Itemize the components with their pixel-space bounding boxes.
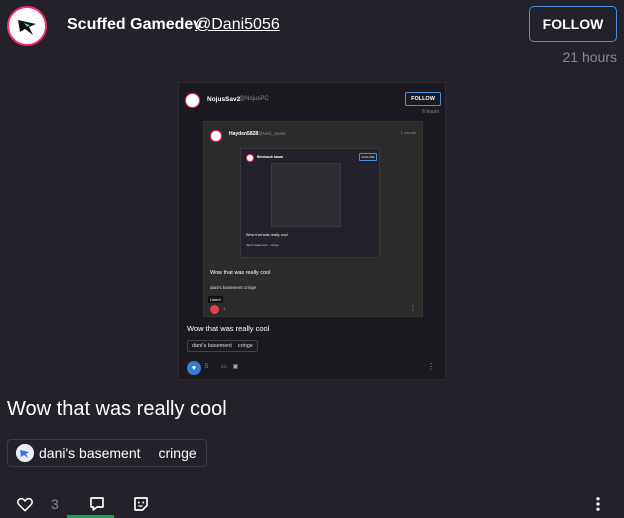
comment-icon: [90, 497, 104, 511]
nested-author-handle: @Nick_Javier: [258, 131, 286, 136]
nested-heart-icon: [210, 305, 219, 314]
like-button[interactable]: [15, 494, 35, 514]
more-options-button[interactable]: [588, 494, 608, 514]
embed-heart-icon: ♥: [187, 361, 201, 375]
post-header: Scuffed Gamedev @Dani5056 FOLLOW 21 hour…: [0, 0, 624, 70]
embed-tags: dani's basement cringe: [187, 340, 258, 352]
sticker-button[interactable]: [131, 494, 151, 514]
sticker-icon: [134, 497, 148, 511]
author-name[interactable]: Scuffed Gamedev: [67, 16, 202, 34]
heart-icon: [17, 497, 33, 512]
deep-screenshot-image: [271, 163, 341, 227]
nested-timestamp: 1 minute: [400, 130, 416, 135]
embed-more-icon: ⋮: [427, 362, 435, 371]
embed-tag: cringe: [237, 343, 253, 349]
follow-button[interactable]: FOLLOW: [529, 6, 617, 42]
tag-list: dani's basement cringe: [7, 439, 207, 467]
embed-follow-button: FOLLOW: [405, 92, 441, 106]
post-text: Wow that was really cool: [7, 398, 227, 420]
deep-author-name: Bleebaub baum: [257, 155, 284, 159]
author-handle[interactable]: @Dani5056: [195, 16, 280, 34]
more-vertical-icon: [596, 497, 600, 511]
bird-logo-icon: [9, 8, 45, 44]
like-count: 3: [51, 496, 59, 512]
embed-action-icons: ▭▣: [221, 364, 245, 370]
post-timestamp: 21 hours: [562, 49, 617, 65]
embed-author-handle: @NojusPC: [239, 96, 269, 102]
embed-post-text: Wow that was really cool: [187, 324, 270, 333]
deep-post-text: Wow that was really cool: [246, 233, 288, 237]
embed-timestamp: 6 hours: [422, 109, 439, 115]
liked-tooltip: Liked!: [208, 296, 223, 303]
embed-author-name: NojusSav2: [207, 96, 241, 103]
nested-tags: dani's basement cringe: [210, 285, 257, 290]
tag-cringe[interactable]: cringe: [147, 440, 206, 466]
deep-follow-button: FOLLOW: [359, 153, 377, 161]
tag-dani-basement[interactable]: dani's basement: [8, 440, 147, 466]
embedded-screenshot[interactable]: NojusSav2 @NojusPC FOLLOW 6 hours Hayden…: [178, 82, 446, 380]
nested-author-name: Hayden5828: [229, 131, 259, 137]
deep-author-avatar: [246, 154, 254, 162]
nested-screenshot-deep: Bleebaub baum FOLLOW Wow that was really…: [240, 148, 380, 258]
nested-like-count: 1: [223, 306, 226, 311]
embed-tag: dani's basement: [192, 343, 232, 349]
action-bar: 3: [0, 488, 624, 518]
embed-like-count: 5: [205, 364, 209, 370]
nested-screenshot: Hayden5828 @Nick_Javier 1 minute Bleebau…: [203, 121, 423, 317]
nested-post-text: Wow that was really cool: [210, 270, 271, 276]
nested-author-avatar: [210, 130, 222, 142]
nested-more-icon: ⋮: [410, 306, 416, 312]
community-avatar-icon: [16, 444, 34, 462]
author-avatar[interactable]: [7, 6, 47, 46]
deep-tags: dani's basement · cringe: [246, 243, 279, 247]
embed-author-avatar: [185, 93, 200, 108]
comment-button[interactable]: [87, 494, 107, 514]
tag-label: dani's basement: [39, 445, 141, 461]
